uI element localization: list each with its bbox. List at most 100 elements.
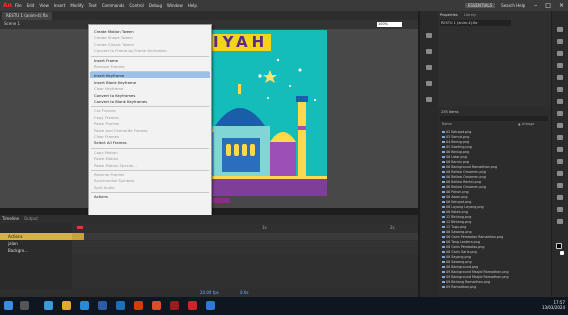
menu-debug[interactable]: Debug xyxy=(149,3,162,8)
edge-icon[interactable] xyxy=(44,301,53,310)
rectangle-tool-icon[interactable] xyxy=(557,111,563,116)
eraser-tool-icon[interactable] xyxy=(557,195,563,200)
context-menu-item[interactable]: Paste Motion xyxy=(94,156,118,161)
context-menu-item[interactable]: Convert to Frame-by-Frame Animation xyxy=(94,48,167,53)
library-item[interactable]: 08 Background.png xyxy=(442,265,478,269)
context-menu-item[interactable]: Create Shape Tween xyxy=(94,35,133,40)
library-item[interactable]: 06 Layang Layang.png xyxy=(442,205,484,209)
acrobat-icon[interactable] xyxy=(188,301,197,310)
layer-actions[interactable]: Actions xyxy=(0,233,72,240)
context-menu-item[interactable]: Insert Blank Keyframe xyxy=(94,80,136,85)
start-icon[interactable] xyxy=(4,301,13,310)
workspace-switcher[interactable]: ESSENTIALS xyxy=(464,3,496,8)
library-item[interactable]: 06 Pohon.png xyxy=(442,190,469,194)
layer-background[interactable]: Backgro... xyxy=(0,247,72,254)
library-item[interactable]: 06 Garis Pembatas Ramadhan.png xyxy=(442,235,503,239)
context-menu-item[interactable]: Reverse Frames xyxy=(94,172,124,177)
mail-icon[interactable] xyxy=(98,301,107,310)
jalan-frame-row[interactable] xyxy=(72,241,418,247)
menu-window[interactable]: Window xyxy=(167,3,183,8)
library-item[interactable]: 06 Bellow Ornamen.png xyxy=(442,170,486,174)
library-item[interactable]: 09 Background Masjid Ramadhan.png xyxy=(442,270,509,274)
playhead[interactable] xyxy=(77,226,83,229)
background-frame-row[interactable] xyxy=(72,248,418,254)
context-menu-item[interactable]: Synchronize Symbols xyxy=(94,178,134,183)
search-help[interactable]: Search Help xyxy=(501,3,525,8)
library-item[interactable]: 09 Ramadhan.png xyxy=(442,285,476,289)
swatches-icon[interactable] xyxy=(426,49,432,54)
library-item[interactable]: 05 Sweting.png xyxy=(442,145,472,149)
scene-label[interactable]: Scene 1 xyxy=(4,21,20,26)
library-item[interactable]: 06 Bandu.png xyxy=(442,160,469,164)
stage-title-text[interactable]: IYAH xyxy=(210,34,272,51)
bone-tool-icon[interactable] xyxy=(557,159,563,164)
eyedropper-tool-icon[interactable] xyxy=(557,183,563,188)
library-item[interactable]: 06 Bellow Ornamen.png xyxy=(442,185,486,189)
context-menu-item[interactable]: Convert to Keyframes xyxy=(94,93,135,98)
search-icon[interactable] xyxy=(20,301,29,310)
context-menu-item[interactable]: Paste and Overwrite Frames xyxy=(94,128,148,133)
zoom-select[interactable]: 100% xyxy=(377,22,402,27)
context-menu-item[interactable]: Create Motion Tween xyxy=(94,29,134,34)
library-item[interactable]: 06 Background Ramadhan.png xyxy=(442,165,497,169)
library-item[interactable]: 06 Ketupat.png xyxy=(442,200,471,204)
tab-timeline[interactable]: Timeline xyxy=(2,216,19,221)
library-item[interactable]: 06 Kotak.png xyxy=(442,210,468,214)
context-menu-item[interactable]: Actions xyxy=(94,194,108,199)
library-item[interactable]: 08 Sawang.png xyxy=(442,260,472,264)
fps-readout[interactable]: 24.00 fps xyxy=(200,290,219,295)
transform-icon[interactable] xyxy=(426,81,432,86)
library-item[interactable]: 12 Bintang.png xyxy=(442,215,471,219)
menu-commands[interactable]: Commands xyxy=(102,3,125,8)
word-icon[interactable] xyxy=(116,301,125,310)
system-clock[interactable]: 17:57 13/03/2024 xyxy=(542,300,565,310)
library-col-name[interactable]: Name xyxy=(442,122,452,126)
close-icon[interactable]: × xyxy=(559,2,564,9)
library-item[interactable]: 12 Bintang.png xyxy=(442,220,471,224)
context-menu-item[interactable]: Clear Keyframe xyxy=(94,86,123,91)
line-tool-icon[interactable] xyxy=(557,99,563,104)
library-item[interactable]: 09 Bintang Ramadhan.png xyxy=(442,280,490,284)
library-col-linkage[interactable]: ▲ Linkage xyxy=(518,122,534,126)
context-menu-item[interactable]: Convert to Blank Keyframes xyxy=(94,99,147,104)
tab-library[interactable]: Library xyxy=(464,13,476,17)
library-item[interactable]: 04 Bedug.png xyxy=(442,140,469,144)
context-menu-item[interactable]: Create Classic Tween xyxy=(94,42,134,47)
library-item[interactable]: 06 Bellow Rental.png xyxy=(442,180,481,184)
context-menu-item[interactable]: Select All Frames xyxy=(94,140,127,145)
library-item[interactable]: 12 Tugu.png xyxy=(442,225,466,229)
menu-view[interactable]: View xyxy=(39,3,49,8)
browser-icon[interactable] xyxy=(206,301,215,310)
library-doc-select[interactable]: RESTU 1 (anim-4).fla xyxy=(440,20,511,26)
library-search[interactable] xyxy=(440,116,548,121)
context-menu-item[interactable]: Insert Frame xyxy=(94,58,118,63)
lasso-tool-icon[interactable] xyxy=(557,63,563,68)
zoom-tool-icon[interactable] xyxy=(557,219,563,224)
library-item[interactable]: 06 Bellow Ornamen.png xyxy=(442,175,486,179)
brush-tool-icon[interactable] xyxy=(557,147,563,152)
selection-tool-icon[interactable] xyxy=(557,27,563,32)
powerpoint-icon[interactable] xyxy=(134,301,143,310)
library-item[interactable]: 06 Awan.png xyxy=(442,195,468,199)
subselection-tool-icon[interactable] xyxy=(557,39,563,44)
pencil-tool-icon[interactable] xyxy=(557,135,563,140)
library-item[interactable]: 06 Sawang.png xyxy=(442,230,472,234)
context-menu-item[interactable]: Paste Frames xyxy=(94,121,119,126)
menu-control[interactable]: Control xyxy=(129,3,143,8)
context-menu-item[interactable]: Remove Frames xyxy=(94,64,124,69)
frames-area[interactable]: 1s 2s xyxy=(72,223,418,289)
menu-edit[interactable]: Edit xyxy=(27,3,35,8)
library-item[interactable]: 08 Sayang.png xyxy=(442,255,471,259)
fill-color-icon[interactable] xyxy=(560,251,564,255)
app-icon[interactable] xyxy=(152,301,161,310)
stroke-color-icon[interactable] xyxy=(556,243,562,249)
color-icon[interactable] xyxy=(426,33,432,38)
library-item[interactable]: 09 Background Masjid Ramadhan.png xyxy=(442,275,509,279)
context-menu-item[interactable]: Copy Motion xyxy=(94,150,118,155)
library-item[interactable]: 08 Garis Garis.png xyxy=(442,250,477,254)
menu-insert[interactable]: Insert xyxy=(54,3,65,8)
hand-tool-icon[interactable] xyxy=(557,207,563,212)
document-tab[interactable]: RESTU 1 (anim-4).fla xyxy=(2,12,52,20)
context-menu-item[interactable]: Copy Frames xyxy=(94,115,119,120)
paint-bucket-tool-icon[interactable] xyxy=(557,171,563,176)
